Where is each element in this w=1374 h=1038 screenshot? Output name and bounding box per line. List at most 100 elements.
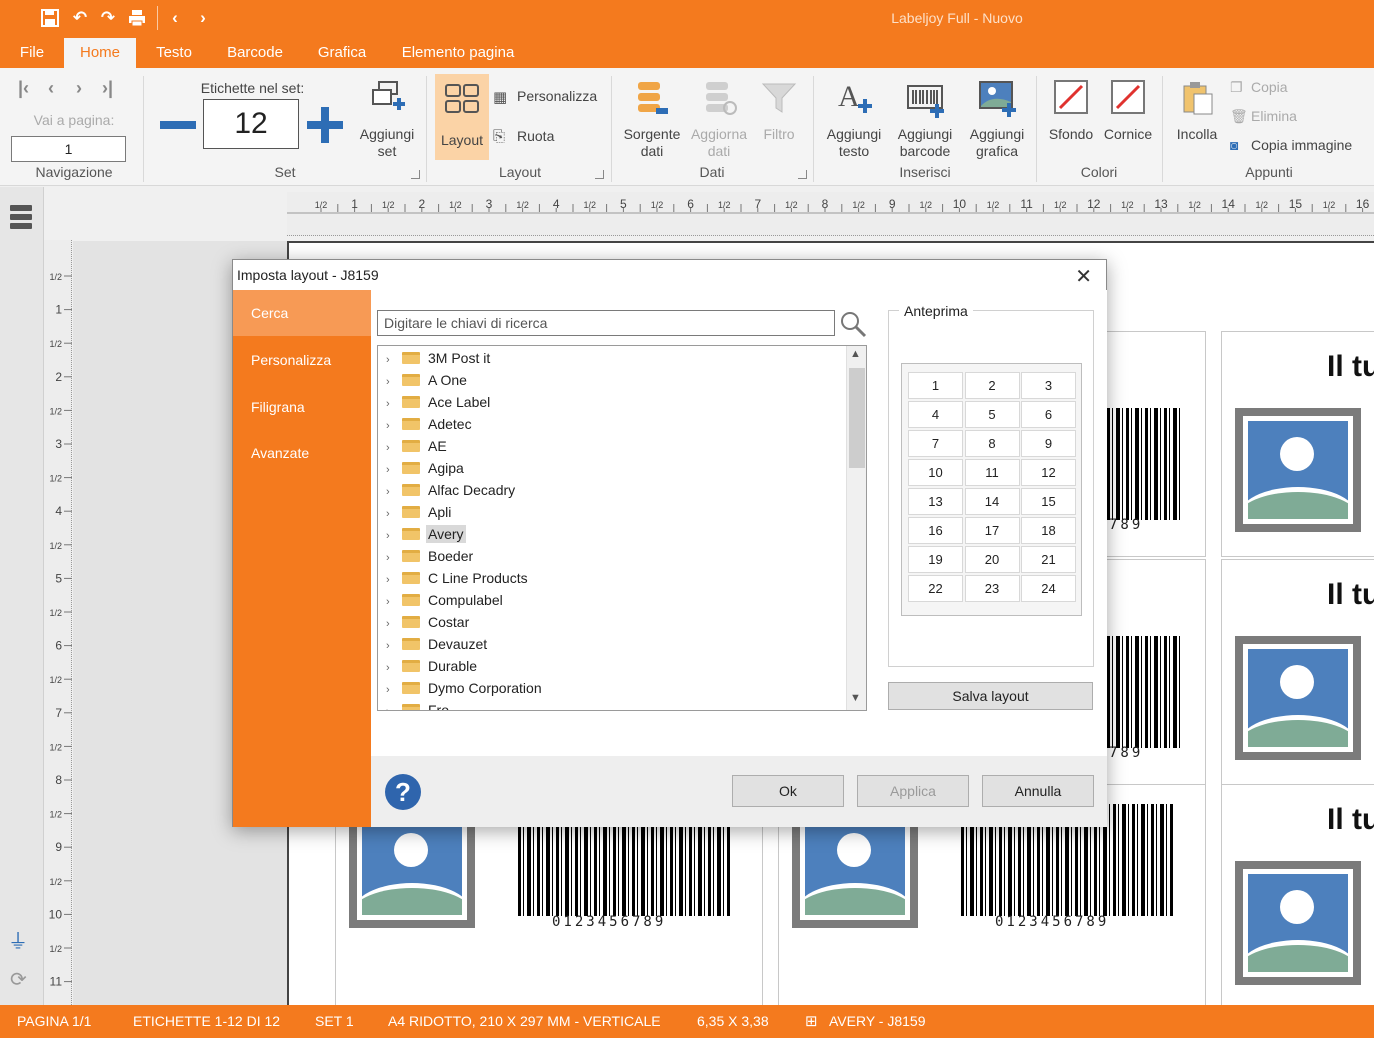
ok-button[interactable]: Ok <box>732 775 844 807</box>
help-icon[interactable]: ? <box>385 774 421 810</box>
copy-button[interactable]: ❐ Copia <box>1230 78 1330 100</box>
image-placeholder-icon[interactable] <box>1235 408 1361 532</box>
first-page-icon[interactable]: |‹ <box>18 78 29 99</box>
tab-grafica[interactable]: Grafica <box>308 38 376 68</box>
refresh-icon[interactable]: ⟳ <box>10 967 27 992</box>
set-dialog-launcher-icon[interactable] <box>411 170 420 179</box>
chevron-right-icon[interactable]: › <box>386 393 402 415</box>
label-text[interactable]: Il tuo testo qui <box>1327 803 1374 837</box>
chevron-right-icon[interactable]: › <box>386 371 402 393</box>
chevron-right-icon[interactable]: › <box>386 569 402 591</box>
tab-elemento-pagina[interactable]: Elemento pagina <box>392 38 524 68</box>
sidebar-item-watermark[interactable]: Filigrana <box>233 384 371 430</box>
add-graphic-button[interactable]: Aggiungi grafica <box>962 76 1032 162</box>
chevron-right-icon[interactable]: › <box>386 591 402 613</box>
delete-button[interactable]: 🗑 Elimina <box>1230 107 1330 129</box>
tree-item[interactable]: › Ace Label <box>386 391 492 413</box>
filter-button[interactable]: Filtro <box>752 76 806 162</box>
tree-scrollbar[interactable]: ▲ ▼ <box>846 346 866 710</box>
tree-item[interactable]: › Agipa <box>386 457 466 479</box>
labels-in-set-input[interactable]: 12 <box>203 99 299 149</box>
paste-button[interactable]: Incolla <box>1168 76 1226 162</box>
label-cell[interactable]: Il tuo testo qui <box>1221 559 1374 785</box>
tab-testo[interactable]: Testo <box>146 38 202 68</box>
tree-item[interactable]: › Dymo Corporation <box>386 677 544 699</box>
add-set-button[interactable]: Aggiungi set <box>352 76 422 162</box>
chevron-right-icon[interactable]: › <box>386 459 402 481</box>
copy-image-button[interactable]: ◙ Copia immagine <box>1230 136 1370 158</box>
customize-button[interactable]: ▦ Personalizza <box>493 86 603 108</box>
chevron-right-icon[interactable]: › <box>386 657 402 679</box>
decrease-set-button[interactable] <box>160 121 196 129</box>
apply-button[interactable]: Applica <box>857 775 969 807</box>
search-input[interactable]: Digitare le chiavi di ricerca <box>377 310 835 336</box>
chevron-right-icon[interactable]: › <box>386 415 402 437</box>
layout-dialog-launcher-icon[interactable] <box>595 170 604 179</box>
image-placeholder-icon[interactable] <box>1235 636 1361 760</box>
chevron-right-icon[interactable]: › <box>386 525 402 547</box>
tree-item[interactable]: › Durable <box>386 655 479 677</box>
cancel-button[interactable]: Annulla <box>982 775 1094 807</box>
scroll-up-icon[interactable]: ▲ <box>850 348 861 360</box>
close-icon[interactable]: ✕ <box>1075 264 1092 289</box>
chevron-right-icon[interactable]: › <box>386 701 402 710</box>
layers-icon[interactable] <box>10 205 32 229</box>
last-page-icon[interactable]: ›| <box>102 78 113 99</box>
folder-icon <box>402 396 420 408</box>
tree-item[interactable]: › Boeder <box>386 545 475 567</box>
layout-button[interactable]: Layout <box>435 74 489 160</box>
scrollbar-thumb[interactable] <box>849 368 865 468</box>
add-barcode-button[interactable]: Aggiungi barcode <box>888 76 962 162</box>
tree-item[interactable]: › Adetec <box>386 413 474 435</box>
label-cell[interactable]: Il tuo testo qui <box>1221 784 1374 1009</box>
chevron-right-icon[interactable]: › <box>386 613 402 635</box>
save-layout-button[interactable]: Salva layout <box>888 682 1093 710</box>
background-color-button[interactable]: Sfondo <box>1042 76 1100 162</box>
label-text[interactable]: Il tuo testo qui <box>1327 578 1374 612</box>
update-data-button[interactable]: Aggiorna dati <box>686 76 752 162</box>
ruler-tick-label: 3 <box>486 197 493 211</box>
next-page-icon[interactable]: › <box>76 78 82 99</box>
tree-item[interactable]: › Alfac Decadry <box>386 479 517 501</box>
chevron-right-icon[interactable]: › <box>386 349 402 371</box>
sidebar-item-search[interactable]: Cerca <box>233 290 371 336</box>
tree-item[interactable]: › Compulabel <box>386 589 505 611</box>
page-number-input[interactable]: 1 <box>11 136 126 162</box>
scroll-down-icon[interactable]: ▼ <box>850 692 861 704</box>
tab-home[interactable]: Home <box>64 38 136 68</box>
chevron-right-icon[interactable]: › <box>386 547 402 569</box>
tree-item[interactable]: › Devauzet <box>386 633 489 655</box>
tab-barcode[interactable]: Barcode <box>218 38 292 68</box>
label-text[interactable]: Il tuo testo qui <box>1327 350 1374 384</box>
tree-item[interactable]: › 3M Post it <box>386 347 492 369</box>
frame-color-button[interactable]: Cornice <box>1100 76 1156 162</box>
chevron-right-icon[interactable]: › <box>386 679 402 701</box>
chevron-right-icon[interactable]: › <box>386 437 402 459</box>
data-dialog-launcher-icon[interactable] <box>798 170 807 179</box>
label-cell[interactable]: Il tuo testo qui <box>1221 331 1374 557</box>
sidebar-item-customize[interactable]: Personalizza <box>233 337 371 383</box>
chevron-right-icon[interactable]: › <box>386 635 402 657</box>
rotate-button[interactable]: ⎘ Ruota <box>493 126 573 148</box>
image-placeholder-icon[interactable] <box>1235 861 1361 985</box>
ruler-tick-label: 1/2 <box>584 200 597 210</box>
chevron-right-icon[interactable]: › <box>386 503 402 525</box>
tree-item[interactable]: › Avery <box>386 523 466 545</box>
chevron-right-icon[interactable]: › <box>386 481 402 503</box>
previous-page-icon[interactable]: ‹ <box>48 78 54 99</box>
tree-item[interactable]: › A One <box>386 369 469 391</box>
add-text-button[interactable]: A Aggiungi testo <box>820 76 888 162</box>
tree-item[interactable]: › AE <box>386 435 449 457</box>
tree-item[interactable]: › Fro <box>386 699 451 710</box>
layout-tree[interactable]: › 3M Post it › A One › Ace Label › Adetec › AE › Ag… <box>377 345 867 711</box>
tree-item[interactable]: › Apli <box>386 501 453 523</box>
sidebar-item-advanced[interactable]: Avanzate <box>233 430 371 476</box>
tree-item[interactable]: › C Line Products <box>386 567 530 589</box>
filter-label: Filtro <box>763 126 795 142</box>
search-icon[interactable] <box>839 310 867 338</box>
data-source-button[interactable]: Sorgente dati <box>618 76 686 162</box>
increase-set-button-vertical[interactable] <box>321 107 329 143</box>
tab-file[interactable]: File <box>8 38 56 68</box>
plug-icon[interactable]: ⏚ <box>8 925 28 954</box>
tree-item[interactable]: › Costar <box>386 611 471 633</box>
